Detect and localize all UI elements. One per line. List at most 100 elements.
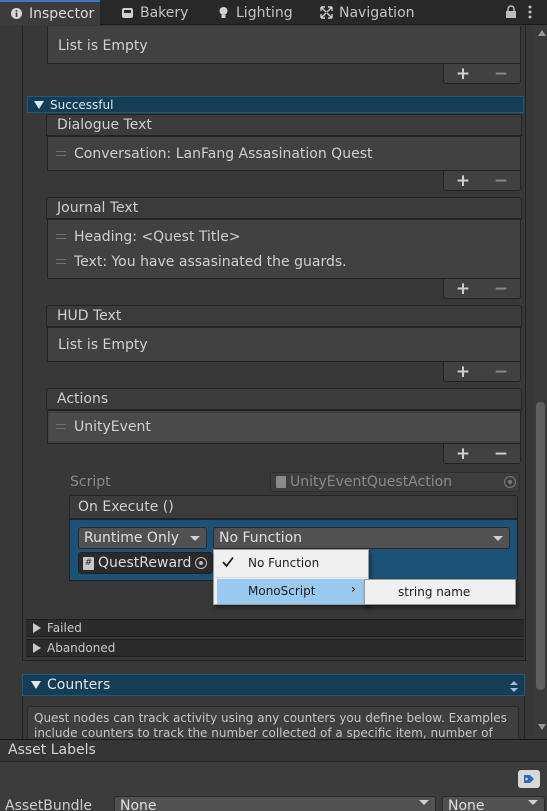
remove-button[interactable]: − <box>494 279 508 299</box>
failed-foldout[interactable]: Failed <box>26 619 524 637</box>
list-panel: List is Empty <box>47 26 521 64</box>
object-picker-icon[interactable] <box>504 476 516 488</box>
remove-button[interactable]: − <box>494 362 508 382</box>
dialogue-text-header: Dialogue Text <box>46 114 522 136</box>
menu-separator <box>215 577 367 578</box>
runtime-dropdown[interactable]: Runtime Only <box>78 527 207 549</box>
lock-icon[interactable] <box>505 5 517 23</box>
successful-foldout[interactable]: Successful <box>27 96 524 113</box>
list-item[interactable]: UnityEvent <box>74 419 151 435</box>
help-text: include counters to track the number col… <box>34 726 493 739</box>
help-text: Quest nodes can track activity using any… <box>34 711 507 725</box>
tab-bakery[interactable]: Bakery <box>119 0 188 25</box>
remove-button[interactable]: − <box>494 444 508 464</box>
add-button[interactable]: + <box>456 444 470 464</box>
dialogue-text-title: Dialogue Text <box>57 117 152 133</box>
scrollbar-thumb[interactable] <box>536 402 545 690</box>
script-value: UnityEventQuestAction <box>290 474 453 490</box>
list-add-remove: + − <box>443 64 521 84</box>
tab-bar: Inspector Bakery Lighting Navigation <box>0 0 547 25</box>
tab-inspector[interactable]: Inspector <box>0 0 100 25</box>
collapsed-arrow-icon <box>33 643 41 653</box>
chevron-down-icon <box>528 800 538 805</box>
menu-item-string-name[interactable]: string name <box>365 580 515 605</box>
asset-labels-header[interactable]: Asset Labels <box>0 740 547 762</box>
script-file-icon: # <box>83 557 94 570</box>
tab-navigation[interactable]: Navigation <box>320 0 415 25</box>
menu-item-no-function[interactable]: No Function <box>214 551 368 576</box>
menu-item-label: No Function <box>248 556 320 570</box>
remove-button[interactable]: − <box>494 171 508 191</box>
empty-list-text: List is Empty <box>58 337 148 353</box>
assetbundle-label: AssetBundle <box>5 798 93 811</box>
scroll-down-arrow-icon[interactable] <box>538 724 546 730</box>
target-value: QuestReward <box>98 555 192 571</box>
list-item[interactable]: Conversation: LanFang Assasination Quest <box>74 146 372 162</box>
counters-label: Counters <box>47 677 111 693</box>
checkmark-icon <box>222 556 234 571</box>
drag-handle-icon[interactable] <box>56 151 66 156</box>
assetbundle-value: None <box>120 798 157 811</box>
script-file-icon <box>276 476 286 488</box>
menu-item-monoscript[interactable]: MonoScript › <box>217 579 365 604</box>
actions-list: UnityEvent <box>47 410 521 444</box>
reorder-arrows-icon[interactable] <box>510 680 518 696</box>
info-icon <box>10 7 23 20</box>
tag-icon[interactable] <box>518 770 540 788</box>
collapsed-arrow-icon <box>33 623 41 633</box>
add-button[interactable]: + <box>456 362 470 382</box>
menu-item-label: MonoScript <box>248 584 316 598</box>
failed-label: Failed <box>47 621 82 635</box>
tab-label: Bakery <box>140 4 189 21</box>
runtime-value: Runtime Only <box>84 530 179 546</box>
function-dropdown[interactable]: No Function <box>213 527 510 549</box>
actions-header: Actions <box>46 388 522 410</box>
on-execute-title: On Execute () <box>78 499 174 515</box>
assetbundle-variant-dropdown[interactable]: None <box>442 796 545 811</box>
dialogue-text-list: Conversation: LanFang Assasination Quest <box>47 136 521 171</box>
script-label: Script <box>70 474 111 490</box>
list-item[interactable]: Heading: <Quest Title> <box>74 229 241 245</box>
lightbulb-icon <box>217 6 230 19</box>
asset-labels-title: Asset Labels <box>8 742 96 758</box>
hud-text-header: HUD Text <box>46 305 522 327</box>
add-button[interactable]: + <box>456 64 470 84</box>
kebab-menu-icon[interactable] <box>528 4 532 24</box>
navigation-icon <box>320 6 333 19</box>
chevron-down-icon <box>190 536 200 541</box>
assetbundle-dropdown[interactable]: None <box>114 796 436 811</box>
hud-text-title: HUD Text <box>57 308 122 324</box>
variant-value: None <box>448 798 485 811</box>
function-submenu: string name <box>364 579 516 605</box>
list-add-remove: + − <box>443 279 521 299</box>
journal-text-list: Heading: <Quest Title> Text: You have as… <box>47 219 521 279</box>
on-execute-header: On Execute () <box>69 495 518 519</box>
drag-handle-icon[interactable] <box>56 234 66 239</box>
counters-help-box: Quest nodes can track activity using any… <box>27 706 519 739</box>
function-value: No Function <box>219 530 303 546</box>
object-picker-icon[interactable] <box>195 557 207 569</box>
remove-button[interactable]: − <box>494 64 508 84</box>
successful-label: Successful <box>50 97 114 112</box>
expand-arrow-icon <box>31 681 41 689</box>
target-object-field[interactable]: # QuestReward <box>78 552 213 574</box>
expand-arrow-icon <box>34 100 44 109</box>
scroll-up-arrow-icon[interactable] <box>538 30 546 36</box>
bakery-icon <box>121 6 134 19</box>
drag-handle-icon[interactable] <box>56 259 66 264</box>
list-add-remove: + − <box>443 444 521 464</box>
list-item[interactable]: Text: You have assasinated the guards. <box>74 254 347 270</box>
tab-label: Lighting <box>236 4 293 21</box>
script-field: UnityEventQuestAction <box>270 472 520 492</box>
hud-text-list: List is Empty <box>47 327 521 362</box>
tab-lighting[interactable]: Lighting <box>217 0 293 25</box>
drag-handle-icon[interactable] <box>56 424 66 429</box>
counters-foldout[interactable]: Counters <box>22 674 525 696</box>
tab-label: Navigation <box>339 4 415 21</box>
add-button[interactable]: + <box>456 171 470 191</box>
add-button[interactable]: + <box>456 279 470 299</box>
asset-labels-panel: Asset Labels AssetBundle None None <box>0 739 547 811</box>
chevron-right-icon: › <box>351 582 356 596</box>
empty-list-text: List is Empty <box>58 38 148 54</box>
abandoned-foldout[interactable]: Abandoned <box>26 639 524 657</box>
